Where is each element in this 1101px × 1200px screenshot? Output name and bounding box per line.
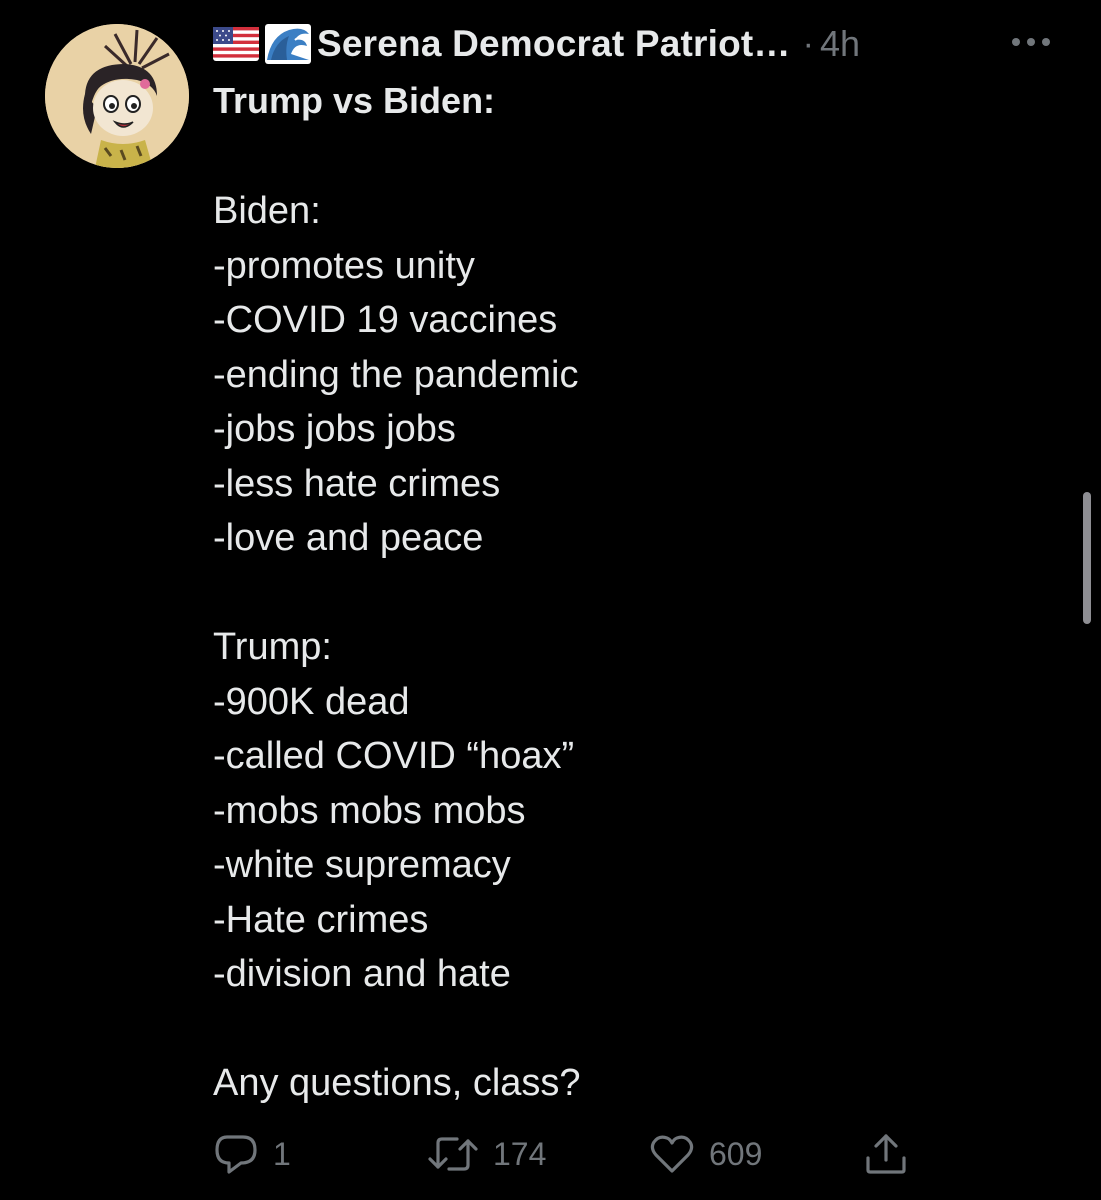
tweet[interactable]: Serena Democrat Patriot… · 4h Trump vs B…	[0, 0, 1101, 1200]
reply-count: 1	[273, 1135, 291, 1172]
scrollbar[interactable]	[1083, 492, 1091, 624]
tweet-body-line: -ending the pandemic	[213, 353, 579, 396]
tweet-body-line: Trump:	[213, 626, 332, 668]
tweet-body-line: -less hate crimes	[213, 462, 501, 505]
tweet-header: Serena Democrat Patriot… · 4h	[213, 20, 860, 68]
avatar-image	[45, 24, 189, 168]
us-flag-icon	[213, 27, 259, 61]
like-button[interactable]: 609	[649, 1126, 762, 1182]
share-button[interactable]	[863, 1126, 909, 1182]
heart-icon	[650, 1135, 694, 1173]
retweet-button[interactable]: 174	[427, 1126, 546, 1182]
retweet-count: 174	[493, 1135, 547, 1172]
tweet-body-line: -white supremacy	[213, 844, 511, 886]
tweet-actions: 1 174 609	[213, 1126, 933, 1182]
tweet-body-line: -COVID 19 vaccines	[213, 299, 558, 341]
tweet-title: Trump vs Biden:	[213, 80, 496, 121]
reply-button[interactable]: 1	[213, 1126, 291, 1182]
tweet-body-line: -900K dead	[213, 680, 410, 723]
tweet-body-line: -mobs mobs mobs	[213, 789, 526, 832]
header-separator: ·	[802, 24, 814, 63]
author-display-name[interactable]: Serena Democrat Patriot…	[317, 23, 791, 65]
tweet-body-line: -division and hate	[213, 953, 511, 995]
reply-icon	[215, 1135, 257, 1174]
tweet-body-line: -jobs jobs jobs	[213, 408, 456, 450]
tweet-body-line	[213, 1002, 581, 1057]
tweet-body-line: -love and peace	[213, 517, 484, 559]
tweet-timestamp[interactable]: 4h	[820, 23, 860, 65]
tweet-body-line	[213, 566, 581, 621]
water-wave-icon	[265, 24, 311, 64]
avatar[interactable]	[45, 24, 189, 168]
share-icon	[866, 1134, 906, 1174]
more-options-icon[interactable]	[1010, 34, 1052, 50]
tweet-body-line: Any questions, class?	[213, 1062, 581, 1104]
tweet-body-line: -Hate crimes	[213, 898, 429, 941]
tweet-body-line: Biden:	[213, 190, 321, 232]
tweet-body-line: -called COVID “hoax”	[213, 735, 575, 777]
retweet-icon	[428, 1137, 478, 1171]
tweet-body: Biden: -promotes unity -COVID 19 vaccine…	[213, 184, 581, 1111]
like-count: 609	[709, 1135, 763, 1172]
tweet-body-line: -promotes unity	[213, 244, 475, 287]
